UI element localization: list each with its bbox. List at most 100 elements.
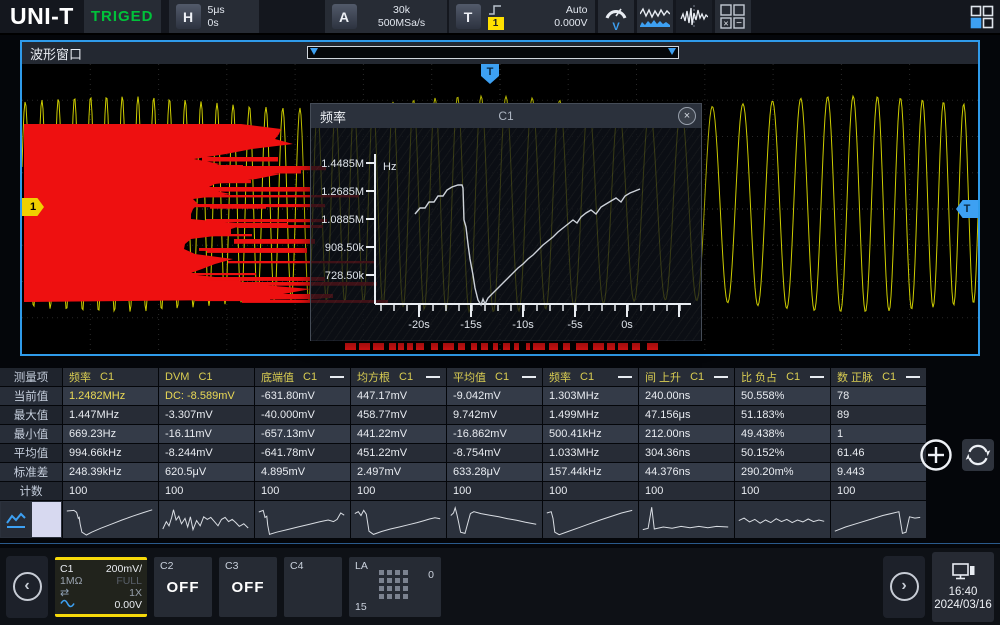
measurement-value: 100 (63, 482, 158, 500)
expand-right-button[interactable]: › (883, 556, 925, 618)
measurement-column[interactable]: 底端值C1-631.80mV-40.000mV-657.13mV-641.78m… (255, 368, 350, 541)
measurement-header[interactable]: 频率C1 (63, 368, 158, 386)
row-label: 最小值 (0, 425, 62, 443)
collapse-dash-icon[interactable] (330, 376, 344, 378)
popup-header[interactable]: 频率 C1 × (311, 104, 701, 128)
channel3-card[interactable]: C3 OFF (219, 557, 277, 617)
math-grid-icon[interactable]: × − (715, 0, 751, 33)
svg-text:-15s: -15s (460, 319, 482, 331)
measurement-column[interactable]: 频率C11.2482MHz1.447MHz669.23Hz994.66kHz24… (63, 368, 158, 541)
measurement-column[interactable]: 均方根C1447.17mV458.77mV441.22mV451.22mV2.4… (351, 368, 446, 541)
fft-analysis-icon[interactable] (676, 0, 712, 33)
svg-text:-5s: -5s (567, 319, 583, 331)
measurement-column[interactable]: 间 上升C1240.00ns47.156μs212.00ns304.36ns44… (639, 368, 734, 541)
waveform-window-title: 波形窗口 (30, 44, 82, 63)
measurement-value: 240.00ns (639, 387, 734, 405)
row-label-column: 测量项当前值最大值最小值平均值标准差计数 (0, 368, 62, 541)
scroll-left-marker-icon[interactable] (310, 48, 318, 55)
collapse-dash-icon[interactable] (714, 376, 728, 378)
measurement-header[interactable]: 数 正脉C1 (831, 368, 926, 386)
collapse-left-button[interactable]: ‹ (6, 556, 48, 618)
measurement-header[interactable]: DVMC1 (159, 368, 254, 386)
channel1-probe: 1X (129, 587, 142, 599)
scroll-right-marker-icon[interactable] (668, 48, 676, 55)
horizontal-button[interactable]: H (176, 4, 201, 29)
collapse-dash-icon[interactable] (810, 376, 824, 378)
measurement-header[interactable]: 平均值C1 (447, 368, 542, 386)
measurement-value: 100 (543, 482, 638, 500)
trigger-settings[interactable]: T 1 Auto 0.000V (449, 0, 595, 33)
trigger-button[interactable]: T (456, 4, 481, 29)
page-indicator[interactable] (32, 502, 61, 537)
reset-statistics-button[interactable] (962, 439, 994, 471)
la-channel-grid-icon (379, 570, 408, 599)
channel2-card[interactable]: C2 OFF (154, 557, 212, 617)
measurement-column[interactable]: 平均值C1-9.042mV9.742mV-16.862mV-8.754mV633… (447, 368, 542, 541)
datetime-panel[interactable]: 16:40 2024/03/16 (932, 552, 994, 622)
measurement-value: -16.11mV (159, 425, 254, 443)
svg-text:-20s: -20s (408, 319, 430, 331)
horizontal-settings[interactable]: H 5μs 0s (169, 0, 259, 33)
channel1-card[interactable]: C1 200mV/ 1MΩ FULL ⇄ 1X 0.00V (55, 557, 147, 617)
measurement-value: -16.862mV (447, 425, 542, 443)
measurement-value: 451.22mV (351, 444, 446, 462)
channel4-card[interactable]: C4 (284, 557, 342, 617)
measurement-header[interactable]: 频率C1 (543, 368, 638, 386)
measurement-value: 1 (831, 425, 926, 443)
waveform-display-icon[interactable] (637, 0, 673, 33)
logic-analyzer-card[interactable]: LA 0 15 (349, 557, 441, 617)
acquire-button[interactable]: A (332, 4, 357, 29)
trend-chart-icon[interactable] (1, 502, 30, 537)
svg-text:Hz: Hz (383, 161, 396, 173)
measurement-value: -641.78mV (255, 444, 350, 462)
channel1-bandwidth: FULL (116, 575, 142, 587)
measurement-value: 100 (735, 482, 830, 500)
measurement-sparkline (159, 501, 254, 538)
measurement-value: 47.156μs (639, 406, 734, 424)
measurement-value: 61.46 (831, 444, 926, 462)
window-layout-icon[interactable] (970, 0, 994, 33)
measurement-sparkline (735, 501, 830, 538)
collapse-dash-icon[interactable] (906, 376, 920, 378)
measurement-value: 100 (351, 482, 446, 500)
svg-text:1.0885M: 1.0885M (321, 214, 364, 226)
svg-text:-10s: -10s (512, 319, 534, 331)
collapse-dash-icon[interactable] (618, 376, 632, 378)
measurement-header[interactable]: 比 负占C1 (735, 368, 830, 386)
channel2-label: C2 (160, 560, 206, 572)
dvm-gauge-icon[interactable]: V (598, 0, 634, 33)
collapse-dash-icon[interactable] (426, 376, 440, 378)
measurement-value: -40.000mV (255, 406, 350, 424)
topbar: UNI-T TRIGED H 5μs 0s A 30k 500MSa/s T 1… (0, 0, 1000, 35)
rising-edge-icon (488, 4, 503, 16)
svg-text:−: − (736, 18, 742, 29)
measurement-column[interactable]: 频率C11.303MHz1.499MHz500.41kHz1.033MHz157… (543, 368, 638, 541)
svg-text:1.2685M: 1.2685M (321, 186, 364, 198)
la-high-bit: 0 (428, 569, 434, 581)
measurement-header[interactable]: 底端值C1 (255, 368, 350, 386)
channel1-impedance: 1MΩ (60, 575, 82, 587)
measurement-value: -8.244mV (159, 444, 254, 462)
measurement-column[interactable]: 比 负占C150.558%51.183%49.438%50.152%290.20… (735, 368, 830, 541)
horizontal-position-scrollbar[interactable] (307, 46, 679, 59)
measurement-column[interactable]: DVMC1DC: -8.589mV-3.307mV-16.11mV-8.244m… (159, 368, 254, 541)
add-measurement-button[interactable] (919, 438, 953, 472)
measurement-value: 44.376ns (639, 463, 734, 481)
measurement-value: 669.23Hz (63, 425, 158, 443)
row-label: 平均值 (0, 444, 62, 462)
measurement-value: -9.042mV (447, 387, 542, 405)
close-icon[interactable]: × (678, 107, 696, 125)
channel2-state: OFF (160, 579, 206, 596)
collapse-dash-icon[interactable] (522, 376, 536, 378)
measurement-sparkline (639, 501, 734, 538)
sample-rate: 500MSa/s (364, 17, 440, 30)
row-label: 当前值 (0, 387, 62, 405)
acquire-settings[interactable]: A 30k 500MSa/s (325, 0, 447, 33)
measurement-header[interactable]: 间 上升C1 (639, 368, 734, 386)
svg-text:V: V (612, 21, 620, 31)
measurement-value: 1.447MHz (63, 406, 158, 424)
channel3-state: OFF (225, 579, 271, 596)
time-scale: 5μs (208, 4, 225, 17)
measurement-header[interactable]: 均方根C1 (351, 368, 446, 386)
measurement-column[interactable]: 数 正脉C17889161.469.443100 (831, 368, 926, 541)
